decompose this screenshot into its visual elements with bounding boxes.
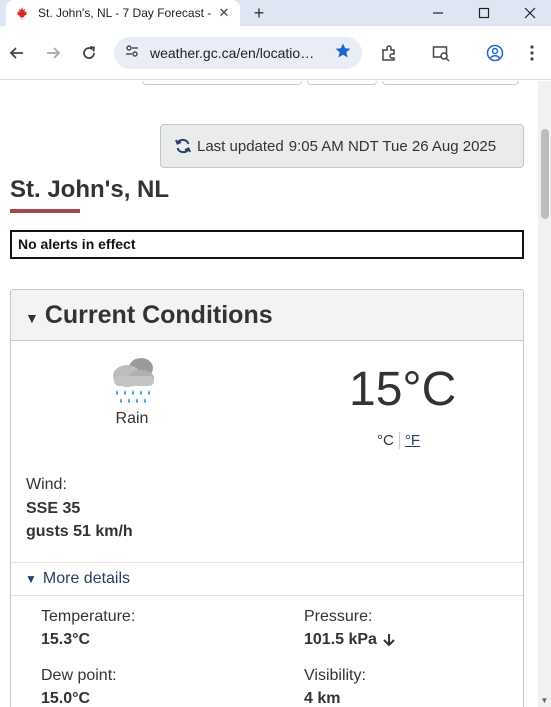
new-tab-icon[interactable]: +	[249, 3, 269, 23]
browser-tabstrip: St. John's, NL - 7 Day Forecast - ✕ +	[0, 0, 551, 26]
reload-icon[interactable]	[78, 42, 100, 64]
maximize-icon[interactable]	[461, 0, 507, 26]
title-underline	[10, 209, 80, 213]
dewpoint-label: Dew point:	[41, 667, 117, 684]
rain-cloud-icon	[105, 354, 159, 408]
scroll-down-arrow-icon[interactable]: ▼	[540, 696, 549, 705]
current-temperature: 15°C	[349, 363, 457, 416]
unit-switcher: °C °F	[377, 432, 420, 449]
pressure-label: Pressure:	[304, 608, 373, 625]
profile-icon[interactable]	[484, 42, 506, 64]
refresh-icon	[173, 136, 193, 156]
collapse-triangle-icon: ▼	[25, 310, 39, 326]
address-bar[interactable]: weather.gc.ca/en/locatio…	[114, 37, 362, 69]
wind-direction-speed: SSE 35	[26, 500, 81, 517]
forward-icon[interactable]	[42, 42, 64, 64]
back-icon[interactable]	[6, 42, 28, 64]
browser-toolbar: weather.gc.ca/en/locatio…	[0, 26, 551, 80]
wind-gusts: gusts 51 km/h	[26, 523, 133, 540]
temperature-label: Temperature:	[41, 608, 136, 625]
current-conditions-panel: ▼ Current Conditions Rain 15°C °C °F Win…	[10, 289, 524, 707]
menu-kebab-icon[interactable]	[521, 42, 543, 64]
last-updated-value: 9:05 AM NDT Tue 26 Aug 2025	[288, 137, 497, 155]
dewpoint-value: 15.0°C	[41, 690, 91, 707]
go-button-partial[interactable]	[307, 81, 377, 85]
web-page: Last updated 9:05 AM NDT Tue 26 Aug 2025…	[0, 81, 551, 707]
more-details-label: More details	[42, 570, 131, 587]
search-field-partial[interactable]	[142, 81, 302, 85]
last-updated-label: Last updated	[197, 137, 284, 155]
alerts-box: No alerts in effect	[10, 230, 524, 259]
unit-fahrenheit-link[interactable]: °F	[400, 432, 420, 449]
pressure-value: 101.5 kPa	[304, 631, 377, 648]
bookmark-star-icon[interactable]	[334, 42, 352, 65]
media-search-icon[interactable]	[430, 42, 452, 64]
close-window-icon[interactable]	[507, 0, 551, 26]
current-conditions-header[interactable]: ▼ Current Conditions	[11, 290, 523, 341]
arrow-down-icon	[383, 633, 395, 647]
page-scrollbar[interactable]: ▼	[538, 81, 551, 707]
browser-tab[interactable]: St. John's, NL - 7 Day Forecast - ✕	[6, 0, 240, 26]
pressure-row: 101.5 kPa	[304, 631, 395, 649]
more-details-toggle[interactable]: ▼ More details	[11, 562, 523, 596]
location-button-partial[interactable]	[382, 81, 519, 85]
maple-leaf-icon	[14, 5, 30, 21]
minimize-icon[interactable]	[415, 0, 461, 26]
page-title: St. John's, NL	[10, 176, 170, 203]
site-settings-icon[interactable]	[124, 43, 140, 64]
last-updated-button[interactable]: Last updated 9:05 AM NDT Tue 26 Aug 2025	[160, 124, 524, 168]
current-conditions-title: Current Conditions	[44, 300, 273, 329]
extensions-icon[interactable]	[378, 42, 400, 64]
scroll-thumb[interactable]	[541, 129, 549, 219]
visibility-label: Visibility:	[304, 667, 366, 684]
temperature-value: 15.3°C	[41, 631, 91, 648]
visibility-value: 4 km	[304, 690, 341, 707]
wind-label: Wind:	[26, 476, 67, 493]
expand-triangle-icon: ▼	[25, 572, 37, 586]
close-tab-icon[interactable]: ✕	[216, 5, 232, 21]
url-text[interactable]: weather.gc.ca/en/locatio…	[150, 45, 320, 61]
condition-text: Rain	[115, 410, 149, 427]
tab-title: St. John's, NL - 7 Day Forecast -	[38, 6, 212, 20]
unit-celsius: °C	[377, 432, 400, 449]
